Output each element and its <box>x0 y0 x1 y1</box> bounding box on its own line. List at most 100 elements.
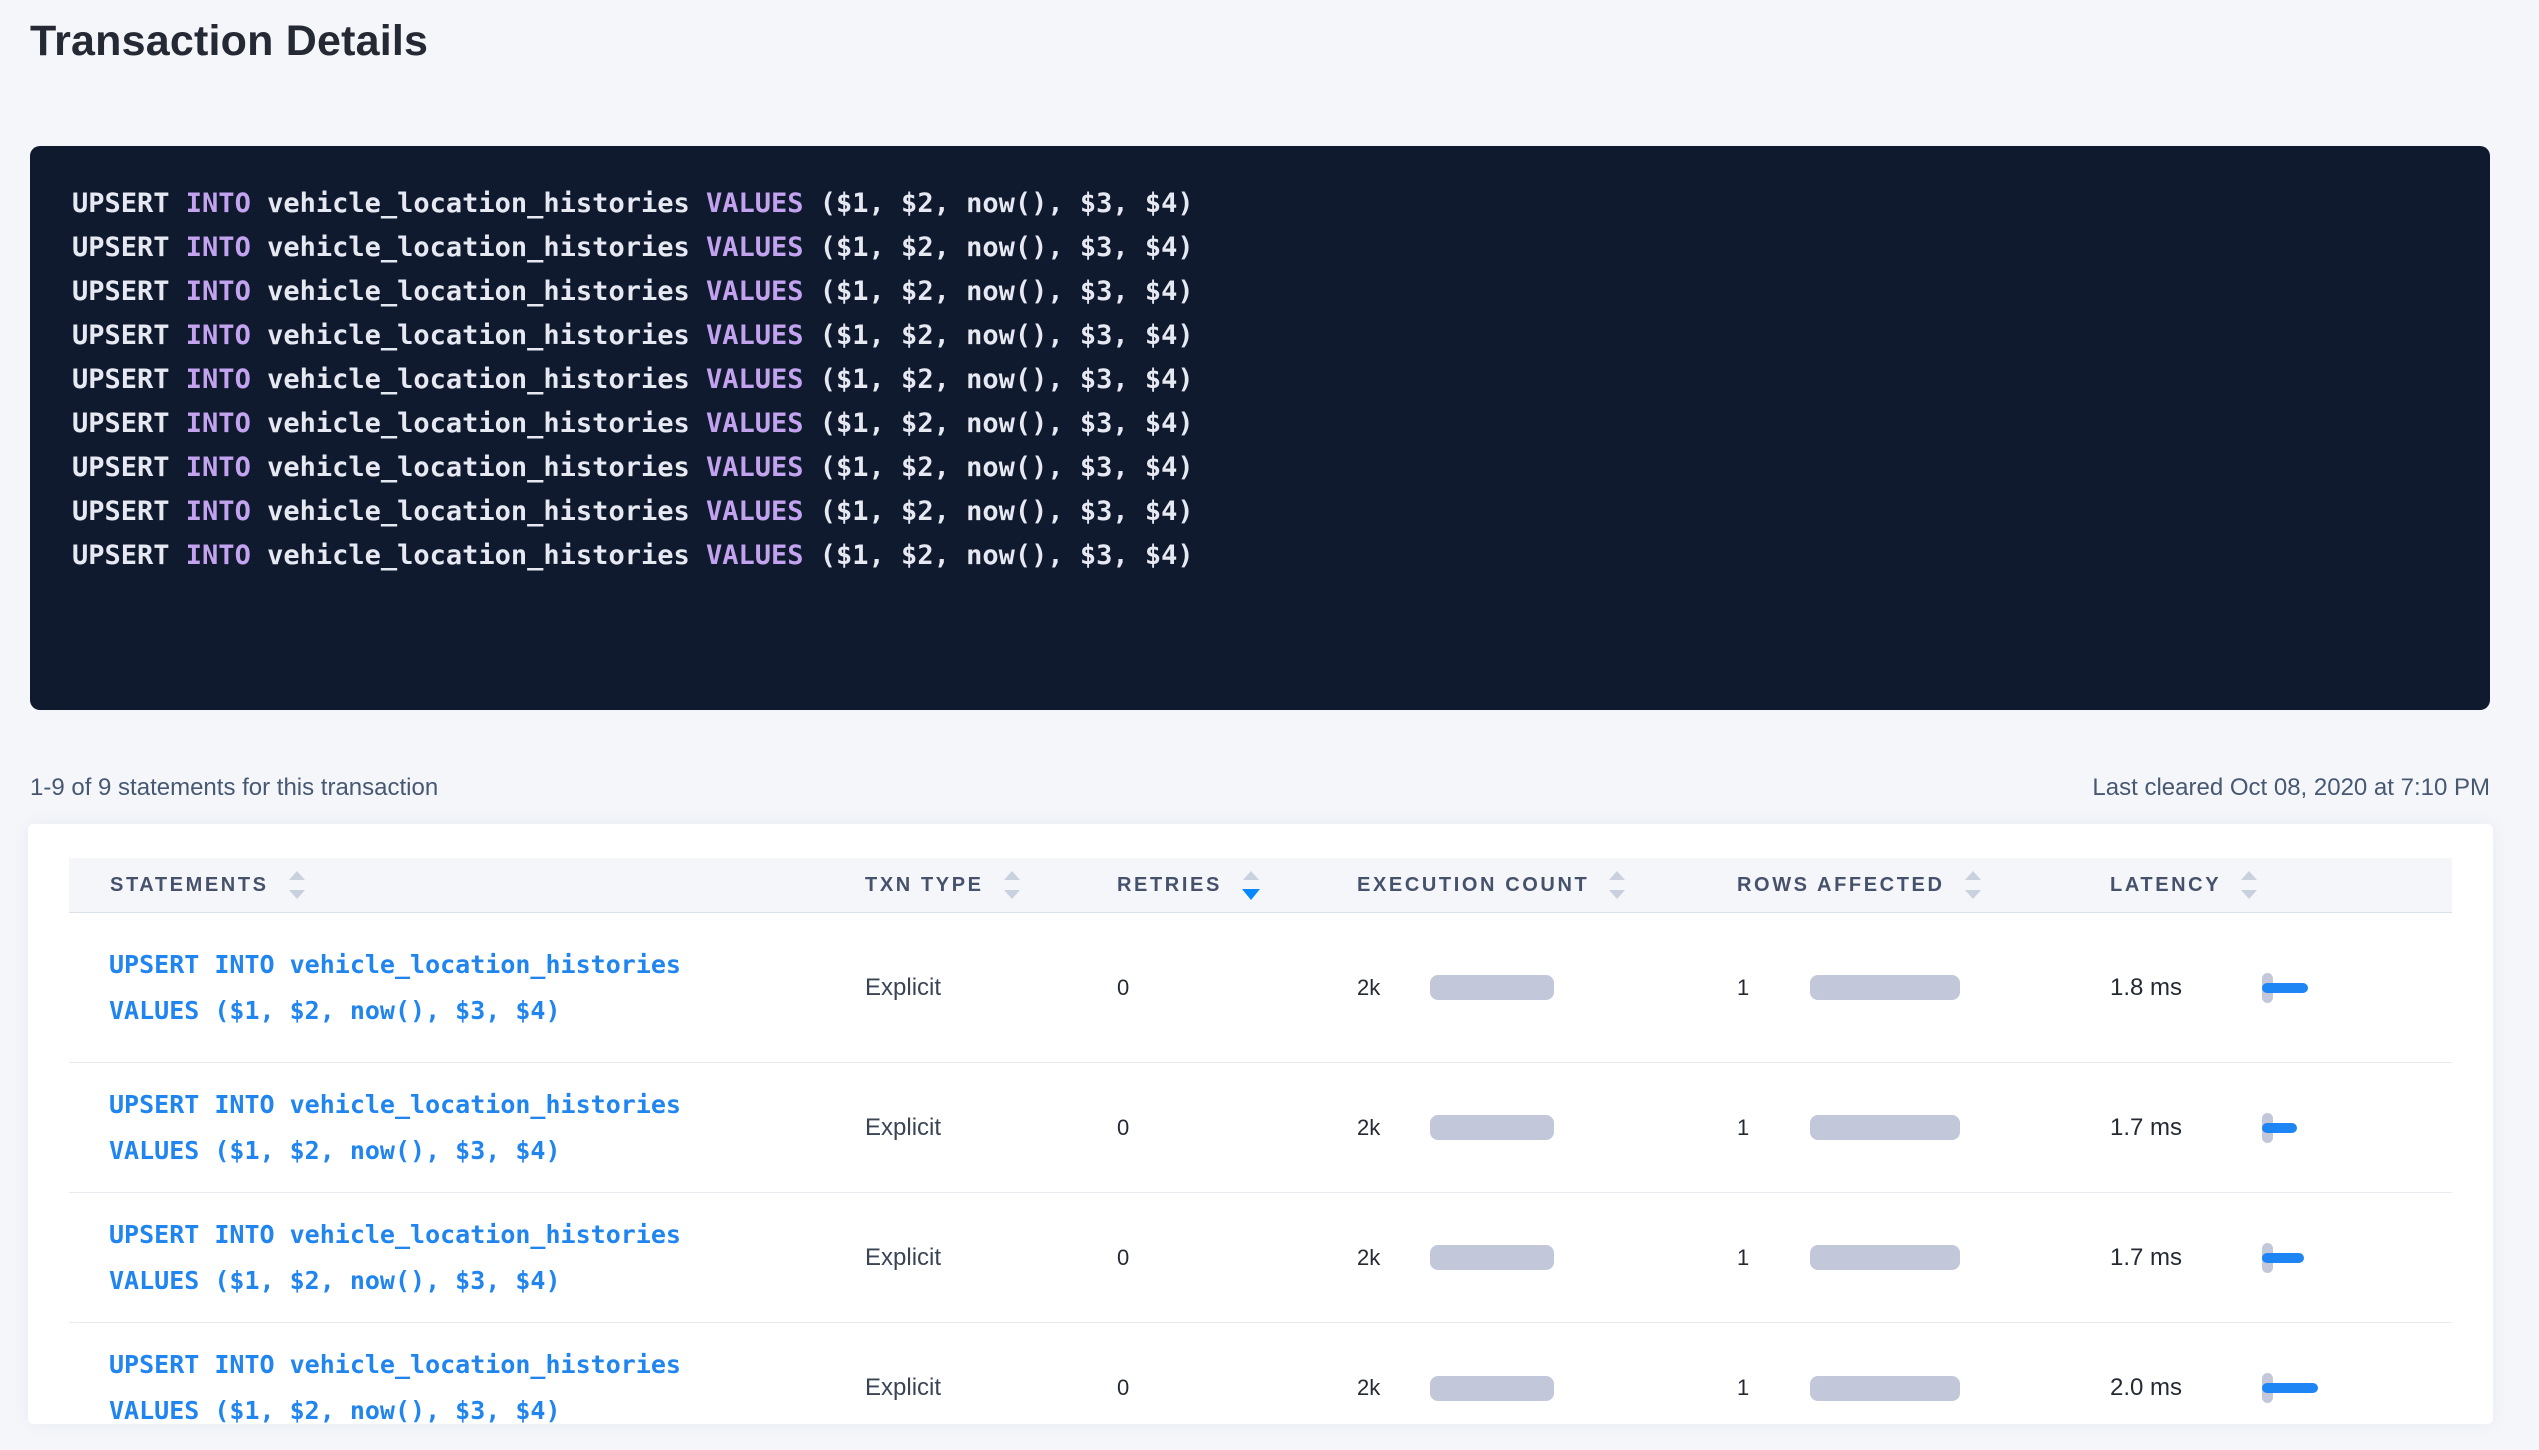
latency-cell: 1.7 ms <box>2110 1113 2452 1143</box>
txn-type-cell: Explicit <box>865 1114 1117 1142</box>
retries-cell: 0 <box>1117 975 1357 1001</box>
rows-affected-bar <box>1810 1245 1960 1270</box>
statement-link[interactable]: UPSERT INTO vehicle_location_historiesVA… <box>109 1212 681 1304</box>
sql-text: vehicle_location_histories <box>267 232 706 263</box>
sort-up-icon <box>289 871 305 880</box>
rows-affected-cell: 1 <box>1737 1245 2110 1271</box>
sort-down-icon <box>1242 889 1260 900</box>
statement-line-2: VALUES ($1, $2, now(), $3, $4) <box>109 1396 561 1425</box>
sql-text: ($1, $2, now(), $3, $4) <box>820 452 1194 483</box>
sql-keyword: INTO <box>186 496 267 527</box>
sql-keyword: INTO <box>186 364 267 395</box>
sort-down-icon <box>289 890 305 899</box>
sql-statement-line: UPSERT INTO vehicle_location_histories V… <box>72 314 2448 358</box>
rows-affected-value: 1 <box>1737 1115 1810 1141</box>
retries-cell: 0 <box>1117 1245 1357 1271</box>
execution-count-cell: 2k <box>1357 1115 1737 1141</box>
latency-value: 1.8 ms <box>2110 974 2262 1002</box>
sort-arrows-icon[interactable] <box>289 871 305 899</box>
statement-line-1: UPSERT INTO vehicle_location_histories <box>109 950 681 979</box>
sql-text: ($1, $2, now(), $3, $4) <box>820 232 1194 263</box>
column-label: Rows Affected <box>1737 874 1945 897</box>
column-label: Latency <box>2110 874 2221 897</box>
rows-affected-cell: 1 <box>1737 975 2110 1001</box>
rows-affected-cell: 1 <box>1737 1375 2110 1401</box>
sort-arrows-icon[interactable] <box>1609 871 1625 899</box>
statements-table-card: Statements Txn Type Retries Execution Co… <box>28 824 2493 1424</box>
statement-cell: UPSERT INTO vehicle_location_historiesVA… <box>69 1063 865 1192</box>
latency-bar <box>2262 1383 2318 1393</box>
latency-bar <box>2262 1253 2304 1263</box>
execution-count-value: 2k <box>1357 975 1430 1001</box>
retries-cell: 0 <box>1117 1375 1357 1401</box>
sql-text: vehicle_location_histories <box>267 364 706 395</box>
latency-bar-chart <box>2262 1113 2382 1143</box>
column-header-statements[interactable]: Statements <box>69 858 865 912</box>
latency-bar-chart <box>2262 1373 2382 1403</box>
statement-link[interactable]: UPSERT INTO vehicle_location_histories VA… <box>109 1342 681 1434</box>
sql-text: UPSERT <box>72 188 186 219</box>
sql-text: UPSERT <box>72 364 186 395</box>
sql-text: vehicle_location_histories <box>267 188 706 219</box>
statement-cell: UPSERT INTO vehicle_location_histories VA… <box>69 1323 865 1450</box>
sql-text: ($1, $2, now(), $3, $4) <box>820 364 1194 395</box>
rows-affected-value: 1 <box>1737 975 1810 1001</box>
statement-link[interactable]: UPSERT INTO vehicle_location_historiesVA… <box>109 1082 681 1174</box>
sort-arrows-icon[interactable] <box>2241 871 2257 899</box>
sort-arrows-icon-active-desc[interactable] <box>1242 871 1260 900</box>
sort-up-icon <box>1243 871 1259 880</box>
statement-link[interactable]: UPSERT INTO vehicle_location_historiesVA… <box>109 942 681 1034</box>
sort-down-icon <box>1004 890 1020 899</box>
execution-count-value: 2k <box>1357 1245 1430 1271</box>
rows-affected-bar <box>1810 1115 1960 1140</box>
sort-arrows-icon[interactable] <box>1004 871 1020 899</box>
latency-bar <box>2262 983 2308 993</box>
latency-cell: 1.8 ms <box>2110 973 2452 1003</box>
table-header-row: Statements Txn Type Retries Execution Co… <box>69 858 2452 913</box>
latency-value: 1.7 ms <box>2110 1114 2262 1142</box>
sql-text: vehicle_location_histories <box>267 452 706 483</box>
txn-type-cell: Explicit <box>865 1244 1117 1272</box>
column-label: Retries <box>1117 874 1222 897</box>
sort-up-icon <box>1609 871 1625 880</box>
sql-statement-line: UPSERT INTO vehicle_location_histories V… <box>72 402 2448 446</box>
column-label: Statements <box>110 874 269 897</box>
column-header-retries[interactable]: Retries <box>1117 858 1357 912</box>
sort-arrows-icon[interactable] <box>1965 871 1981 899</box>
column-label: Txn Type <box>865 874 984 897</box>
sql-text: ($1, $2, now(), $3, $4) <box>820 188 1194 219</box>
execution-count-bar <box>1430 975 1554 1000</box>
sql-keyword: VALUES <box>706 496 820 527</box>
sql-keyword: INTO <box>186 452 267 483</box>
column-header-rows-affected[interactable]: Rows Affected <box>1737 858 2110 912</box>
column-header-execution-count[interactable]: Execution Count <box>1357 858 1737 912</box>
sql-keyword: VALUES <box>706 188 820 219</box>
column-header-latency[interactable]: Latency <box>2110 858 2452 912</box>
statement-line-1: UPSERT INTO vehicle_location_histories <box>109 1350 681 1379</box>
rows-affected-bar <box>1810 1376 1960 1401</box>
transaction-sql-block: UPSERT INTO vehicle_location_histories V… <box>30 146 2490 710</box>
latency-cell: 2.0 ms <box>2110 1373 2452 1403</box>
txn-type-cell: Explicit <box>865 1374 1117 1402</box>
sql-text: UPSERT <box>72 232 186 263</box>
sql-text: ($1, $2, now(), $3, $4) <box>820 408 1194 439</box>
rows-affected-bar <box>1810 975 1960 1000</box>
column-header-txn-type[interactable]: Txn Type <box>865 858 1117 912</box>
latency-bar <box>2262 1123 2297 1133</box>
retries-cell: 0 <box>1117 1115 1357 1141</box>
execution-count-cell: 2k <box>1357 1375 1737 1401</box>
sql-text: ($1, $2, now(), $3, $4) <box>820 320 1194 351</box>
sql-keyword: VALUES <box>706 320 820 351</box>
statement-cell: UPSERT INTO vehicle_location_historiesVA… <box>69 1193 865 1322</box>
sql-text: vehicle_location_histories <box>267 320 706 351</box>
sql-text: UPSERT <box>72 408 186 439</box>
sql-text: UPSERT <box>72 320 186 351</box>
execution-count-bar <box>1430 1115 1554 1140</box>
rows-affected-cell: 1 <box>1737 1115 2110 1141</box>
sql-statement-line: UPSERT INTO vehicle_location_histories V… <box>72 270 2448 314</box>
last-cleared-text: Last cleared Oct 08, 2020 at 7:10 PM <box>2092 772 2490 804</box>
latency-value: 1.7 ms <box>2110 1244 2262 1272</box>
summary-bar: 1-9 of 9 statements for this transaction… <box>30 772 2490 804</box>
transaction-details-page: Transaction Details UPSERT INTO vehicle_… <box>0 12 2539 1450</box>
statement-line-2: VALUES ($1, $2, now(), $3, $4) <box>109 1266 561 1295</box>
